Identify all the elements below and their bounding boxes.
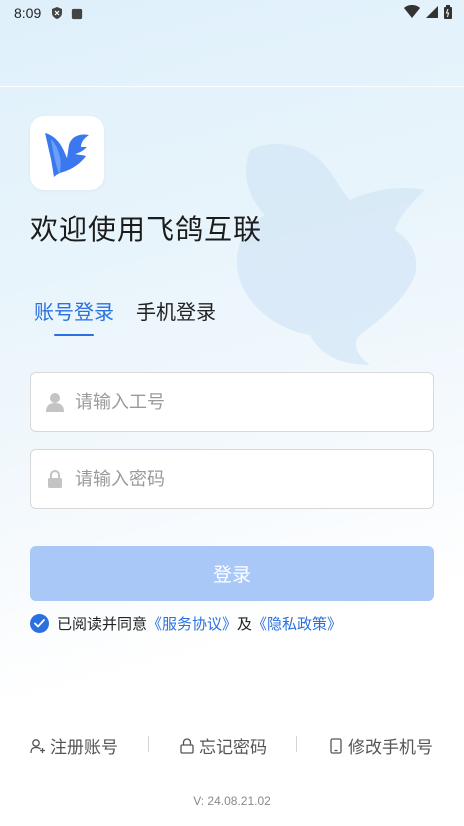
password-field[interactable] [30,449,434,509]
status-bar: 8:09 [0,0,464,26]
service-agreement-link[interactable]: 《服务协议》 [147,613,237,634]
agreement-prefix: 已阅读并同意 [57,615,148,633]
employee-id-input[interactable] [75,391,395,413]
phone-icon [328,737,344,754]
lock-icon [179,737,195,754]
change-phone-link[interactable]: 修改手机号 [328,733,433,758]
add-user-icon [30,738,46,754]
tab-phone-login[interactable]: 手机登录 [136,296,216,339]
dove-watermark-icon [236,144,425,365]
active-tab-indicator [54,334,94,336]
login-button[interactable]: 登录 [30,546,434,601]
tab-account-login[interactable]: 账号登录 [34,296,114,339]
agreement-checkbox[interactable] [30,614,49,633]
footer-divider [296,736,297,752]
check-icon [34,619,45,628]
register-account-link[interactable]: 注册账号 [30,733,118,758]
privacy-policy-link[interactable]: 《隐私政策》 [252,613,342,634]
agreement-row: 已阅读并同意 《服务协议》 及 《隐私政策》 [30,613,342,634]
signal-icon [426,6,438,18]
user-icon [45,392,65,412]
version-label: V: 24.08.21.02 [193,794,271,808]
footer-links: 注册账号 忘记密码 修改手机号 [0,733,464,758]
status-time: 8:09 [14,5,42,21]
app-notification-icon [71,7,83,20]
shield-notification-icon [51,7,63,19]
password-input[interactable] [75,468,395,490]
agreement-joiner: 及 [237,615,253,633]
change-phone-label: 修改手机号 [348,738,433,758]
wifi-icon [404,5,420,18]
lock-icon [45,469,65,489]
register-label: 注册账号 [50,738,118,758]
footer-divider [148,736,149,752]
employee-id-field[interactable] [30,372,434,432]
login-tabs: 账号登录 手机登录 [34,296,216,339]
app-logo [30,116,104,190]
welcome-title: 欢迎使用飞鸽互联 [30,213,263,246]
status-icons [404,5,452,19]
dove-logo-icon [45,133,89,177]
forgot-password-link[interactable]: 忘记密码 [179,733,267,758]
forgot-password-label: 忘记密码 [199,738,267,758]
header-divider [0,86,464,87]
battery-icon [444,5,452,19]
